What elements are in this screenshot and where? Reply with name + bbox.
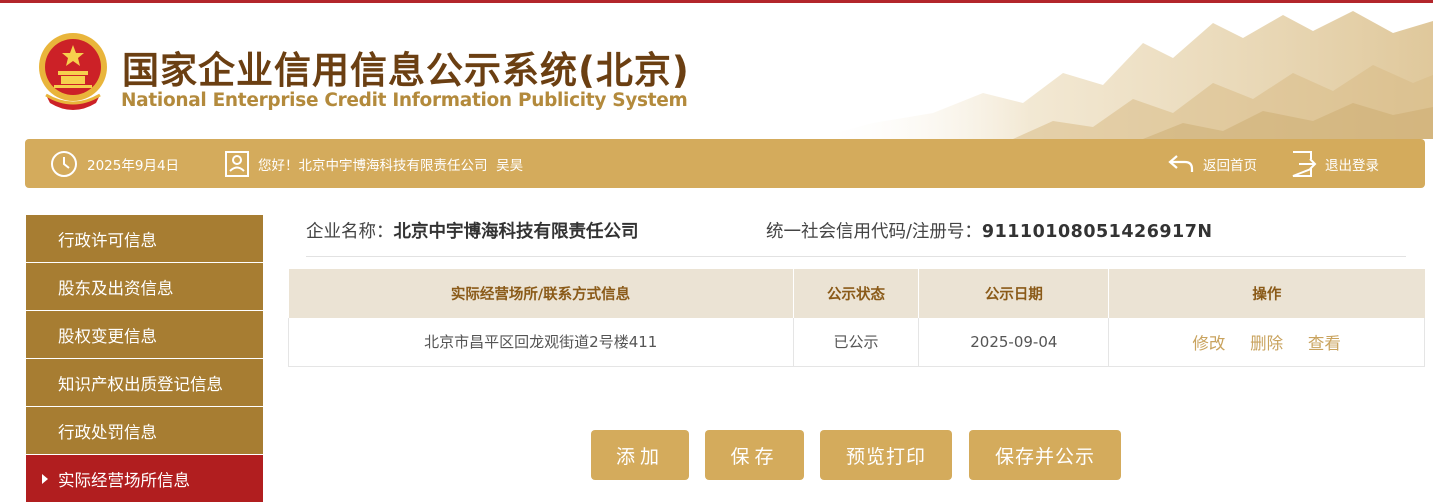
sidebar-item-label: 股权变更信息: [58, 326, 157, 346]
sidebar-item-administrative-license[interactable]: 行政许可信息: [26, 215, 263, 263]
cell-address: 北京市昌平区回龙观街道2号楼411: [288, 318, 794, 367]
user-info: 您好！北京中宇博海科技有限责任公司 吴昊: [224, 139, 523, 188]
view-link[interactable]: 查看: [1308, 334, 1341, 353]
credit-code: 91110108051426917N: [981, 222, 1213, 242]
date-display: 2025年9月4日: [49, 139, 179, 188]
return-home-link[interactable]: 返回首页: [1167, 139, 1257, 188]
sidebar-item-label: 知识产权出质登记信息: [58, 374, 223, 394]
delete-link[interactable]: 删除: [1250, 334, 1283, 353]
divider: [306, 256, 1406, 257]
column-header-actions: 操作: [1108, 269, 1425, 318]
current-date: 2025年9月4日: [87, 157, 180, 174]
credit-code-label: 统一社会信用代码/注册号：: [766, 222, 982, 242]
table-row: 北京市昌平区回龙观街道2号楼411 已公示 2025-09-04 修改 删除 查…: [288, 318, 1425, 367]
credit-code-line: 统一社会信用代码/注册号：91110108051426917N: [766, 218, 1213, 243]
sidebar-item-business-premises[interactable]: 实际经营场所信息: [26, 455, 263, 502]
cell-actions: 修改 删除 查看: [1108, 318, 1425, 367]
mountain-background: [813, 11, 1433, 139]
premises-table: 实际经营场所/联系方式信息 公示状态 公示日期 操作 北京市昌平区回龙观街道2号…: [288, 269, 1425, 367]
site-header: 国家企业信用信息公示系统(北京) National Enterprise Cre…: [0, 3, 1433, 139]
user-card-icon: [225, 150, 249, 177]
sidebar-item-label: 行政许可信息: [58, 230, 157, 250]
sidebar-item-administrative-penalty[interactable]: 行政处罚信息: [26, 407, 263, 455]
table-header-row: 实际经营场所/联系方式信息 公示状态 公示日期 操作: [288, 269, 1425, 318]
site-title: 国家企业信用信息公示系统(北京): [122, 49, 690, 92]
sidebar-item-ip-pledge[interactable]: 知识产权出质登记信息: [26, 359, 263, 407]
company-name-label: 企业名称：: [306, 222, 394, 242]
clock-icon: [51, 150, 77, 177]
site-title-english: National Enterprise Credit Information P…: [121, 90, 688, 111]
sidebar-item-equity-change[interactable]: 股权变更信息: [26, 311, 263, 359]
cell-status: 已公示: [792, 318, 920, 367]
logout-label: 退出登录: [1325, 157, 1379, 174]
national-emblem-icon: [39, 33, 107, 110]
greeting-text: 您好！北京中宇博海科技有限责任公司 吴昊: [258, 157, 524, 174]
save-button[interactable]: 保存: [705, 430, 804, 480]
sidebar-item-label: 行政处罚信息: [58, 422, 157, 442]
sidebar-nav: 行政许可信息 股东及出资信息 股权变更信息 知识产权出质登记信息 行政处罚信息 …: [26, 215, 263, 502]
save-and-publish-button[interactable]: 保存并公示: [969, 430, 1121, 480]
company-name-line: 企业名称：北京中宇博海科技有限责任公司: [306, 218, 639, 243]
cell-date: 2025-09-04: [918, 318, 1110, 367]
company-name: 北京中宇博海科技有限责任公司: [393, 222, 639, 242]
sidebar-item-shareholder-contribution[interactable]: 股东及出资信息: [26, 263, 263, 311]
logout-icon: [1292, 150, 1317, 177]
add-button[interactable]: 添加: [591, 430, 689, 480]
top-info-bar: 2025年9月4日 您好！北京中宇博海科技有限责任公司 吴昊 返回首页 退出登录: [25, 139, 1425, 188]
sidebar-item-label: 股东及出资信息: [58, 278, 174, 298]
edit-link[interactable]: 修改: [1192, 334, 1225, 353]
preview-print-button[interactable]: 预览打印: [820, 430, 952, 480]
active-arrow-icon: [42, 474, 48, 484]
sidebar-item-label: 实际经营场所信息: [58, 470, 190, 490]
column-header-date: 公示日期: [918, 269, 1110, 318]
return-home-label: 返回首页: [1203, 157, 1257, 174]
column-header-status: 公示状态: [793, 269, 920, 318]
column-header-address: 实际经营场所/联系方式信息: [288, 269, 794, 318]
return-icon: [1168, 154, 1194, 172]
logout-link[interactable]: 退出登录: [1289, 139, 1379, 188]
